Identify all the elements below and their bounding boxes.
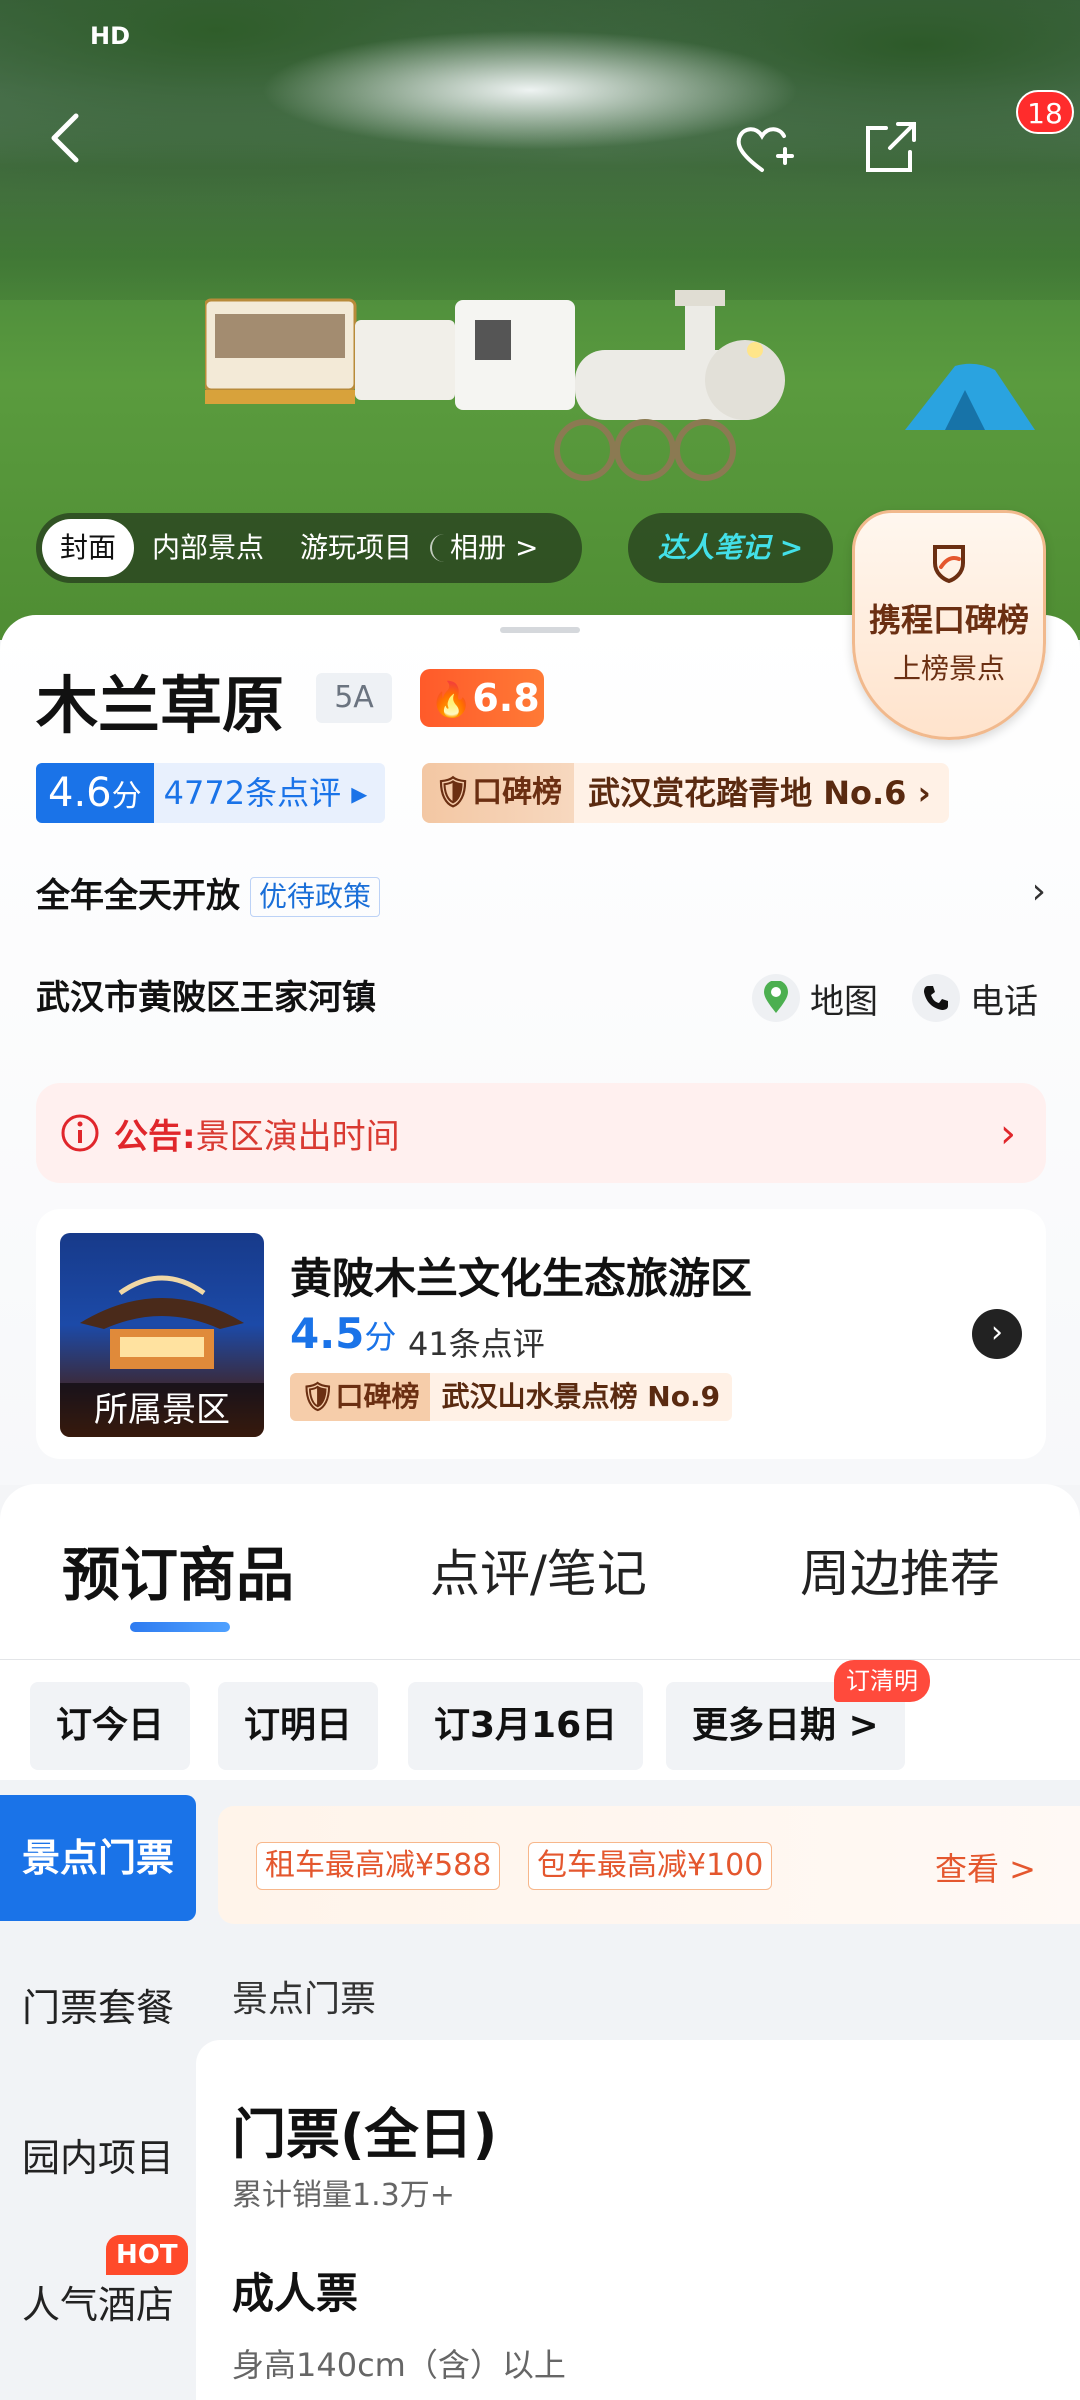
pavilion-illustration (80, 1275, 244, 1369)
ranking-badge[interactable]: 携程口碑榜 上榜景点 (852, 510, 1046, 740)
media-tab-album[interactable]: 相册 > (430, 534, 556, 562)
date-tomorrow-button[interactable]: 订明日 (218, 1682, 379, 1770)
drag-handle[interactable] (500, 627, 580, 633)
category-sidebar: 景点门票 门票套餐 园内项目 人气酒店 HOT (0, 1780, 196, 2400)
tab-nearby[interactable]: 周边推荐 (800, 1534, 1000, 1606)
info-circle-icon (61, 1114, 99, 1152)
shield-icon: 🛡 (300, 1380, 336, 1413)
ranking-board[interactable]: 🛡口碑榜 武汉赏花踏青地 No.6 › (422, 763, 949, 823)
promo-banner[interactable]: 租车最高减¥588 包车最高减¥100 查看 > (218, 1806, 1080, 1924)
board-tag-text: 口碑榜 (335, 1380, 420, 1413)
attraction-info-card: 木兰草原 5A 🔥6.8 4.6分 4772条点评 ▸ 🛡口碑榜 武汉赏花踏青地… (0, 615, 1080, 1485)
notice-banner[interactable]: 公告: 景区演出时间 › (36, 1083, 1046, 1183)
review-count-text: 4772条点评 (163, 774, 342, 812)
rating-score-unit: 分 (111, 779, 142, 814)
chevron-left-icon (51, 113, 79, 163)
parent-area-thumbnail: 所属景区 (60, 1233, 264, 1437)
media-tab-activities[interactable]: 游玩项目 (282, 519, 430, 577)
board-tag: 🛡口碑榜 (422, 763, 575, 823)
attraction-detail-page: HD 18 封面 内部景点 游玩项目 相册 > 达人笔记 > 木兰草原 5A 🔥… (0, 0, 1080, 2400)
board-text: 武汉赏花踏青地 No.6 › (588, 774, 931, 812)
ticket-type: 成人票 (232, 2269, 359, 2318)
rating-summary[interactable]: 4.6分 4772条点评 ▸ (36, 763, 386, 823)
main-tabs: 预订商品 点评/笔记 周边推荐 (0, 1484, 1080, 1660)
sidebar-item-packages[interactable]: 门票套餐 (0, 1945, 196, 2071)
map-label: 地图 (810, 981, 878, 1022)
review-count: 4772条点评 ▸ (153, 763, 386, 823)
address-text: 武汉市黄陂区王家河镇 (36, 978, 376, 1018)
rating-score: 4.6分 (36, 763, 154, 823)
train-illustration (205, 290, 785, 481)
date-mar16-button[interactable]: 订3月16日 (408, 1682, 644, 1770)
tent-illustration (905, 363, 1035, 430)
section-title: 景点门票 (232, 1979, 377, 2020)
date-selector: 订今日 订明日 订3月16日 更多日期 > 订清明 (0, 1660, 1080, 1780)
chevron-right-icon: › (1031, 871, 1046, 912)
hot-badge: HOT (106, 2235, 188, 2275)
phone-label: 电话 (970, 981, 1038, 1022)
parent-area-card[interactable]: 所属景区 黄陂木兰文化生态旅游区 4.5分 41条点评 🛡口碑榜 武汉山水景点榜… (36, 1209, 1046, 1459)
board-text-value: 武汉赏花踏青地 No.6 (588, 774, 907, 812)
ticket-name: 门票(全日) (232, 2103, 498, 2166)
back-button[interactable] (44, 110, 100, 166)
notice-text: 景区演出时间 (195, 1116, 400, 1157)
notice-label: 公告: (114, 1116, 196, 1157)
parent-area-review-count: 41条点评 (408, 1325, 545, 1363)
flame-icon: 🔥 (430, 680, 473, 720)
promo-view-link[interactable]: 查看 > (935, 1844, 1036, 1890)
chevron-right-icon: › (1000, 1111, 1016, 1157)
qingming-badge: 订清明 (834, 1660, 930, 1702)
share-button[interactable] (858, 116, 922, 180)
shield-icon: 🛡 (434, 775, 473, 810)
phone-icon (912, 974, 960, 1022)
share-icon (866, 122, 916, 172)
media-tabs: 封面 内部景点 游玩项目 相册 > (36, 513, 583, 583)
parent-area-thumb-label: 所属景区 (60, 1383, 264, 1437)
product-section: 景点门票 门票套餐 园内项目 人气酒店 HOT 租车最高减¥588 包车最高减¥… (0, 1780, 1080, 2400)
ranking-badge-subtitle: 上榜景点 (892, 652, 1005, 685)
tab-indicator (130, 1622, 230, 1632)
parent-area-score-value: 4.5 (290, 1309, 365, 1358)
expert-notes-button[interactable]: 达人笔记 > (628, 513, 834, 583)
heat-value: 6.8 (472, 676, 540, 720)
sidebar-item-park-activities[interactable]: 园内项目 (0, 2095, 196, 2221)
level-badge: 5A (316, 673, 392, 723)
heat-badge[interactable]: 🔥6.8 (420, 669, 544, 727)
heart-plus-icon (736, 127, 794, 172)
rating-score-value: 4.6 (48, 770, 112, 816)
sidebar-item-tickets[interactable]: 景点门票 (0, 1795, 196, 1921)
ticket-description: 身高140cm（含）以上 (232, 2346, 566, 2384)
media-tab-inner-spots[interactable]: 内部景点 (134, 519, 282, 577)
message-count-badge[interactable]: 18 (1016, 90, 1074, 134)
tab-reviews-notes[interactable]: 点评/笔记 (430, 1534, 647, 1606)
promo-charter: 包车最高减¥100 (528, 1842, 773, 1890)
status-hd-label: HD (90, 22, 131, 50)
ranking-badge-title: 携程口碑榜 (868, 601, 1029, 639)
map-pin-icon (752, 974, 800, 1022)
promo-car-rental: 租车最高减¥588 (256, 1842, 501, 1890)
board-tag: 🛡口碑榜 (290, 1373, 430, 1421)
status-bar: HD (0, 16, 1080, 66)
parent-area-board[interactable]: 🛡口碑榜 武汉山水景点榜 No.9 (290, 1373, 733, 1421)
chevron-right-icon[interactable]: › (972, 1309, 1022, 1359)
board-text: 武汉山水景点榜 No.9 (441, 1380, 721, 1413)
media-tab-cover[interactable]: 封面 (42, 519, 135, 577)
open-hours: 全年全天开放 (36, 876, 240, 916)
map-button[interactable]: 地图 (752, 970, 878, 1026)
parent-area-score: 4.5分 (290, 1309, 396, 1358)
date-today-button[interactable]: 订今日 (30, 1682, 191, 1770)
ticket-card[interactable]: 门票(全日) 累计销量1.3万+ 成人票 身高140cm（含）以上 (196, 2040, 1080, 2400)
board-tag-text: 口碑榜 (472, 775, 563, 810)
address-row: 武汉市黄陂区王家河镇 地图 电话 (36, 970, 1046, 1026)
open-hours-row[interactable]: 全年全天开放 优待政策 › (36, 871, 1046, 921)
trophy-shield-icon (933, 545, 965, 584)
parent-area-score-unit: 分 (364, 1318, 397, 1356)
policy-tag[interactable]: 优待政策 (250, 877, 381, 917)
follow-button[interactable] (730, 116, 794, 180)
ticket-sales: 累计销量1.3万+ (232, 2178, 455, 2213)
tab-booking[interactable]: 预订商品 (62, 1528, 294, 1612)
phone-button[interactable]: 电话 (912, 970, 1038, 1026)
parent-area-name: 黄陂木兰文化生态旅游区 (290, 1254, 753, 1303)
attraction-title: 木兰草原 (36, 669, 285, 742)
